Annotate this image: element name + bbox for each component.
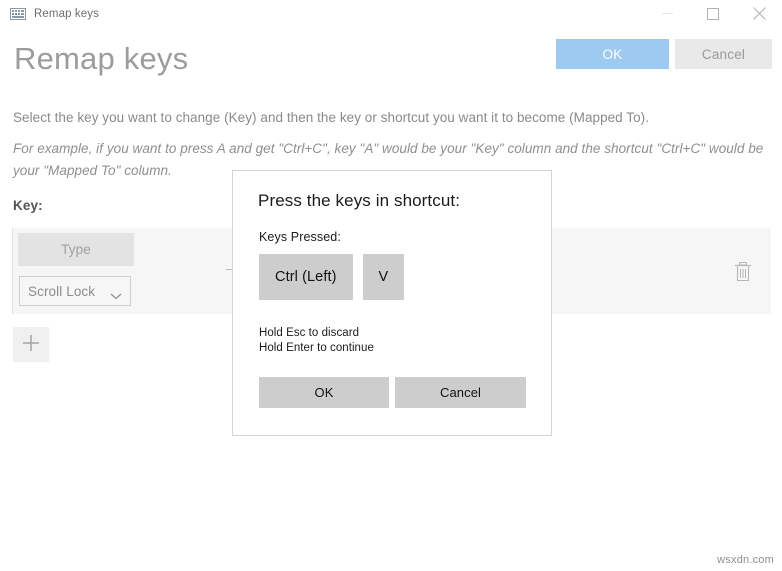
- add-row-button[interactable]: [13, 327, 49, 362]
- key-column-label: Key:: [13, 198, 43, 213]
- window-title: Remap keys: [34, 7, 99, 20]
- keys-pressed-list: Ctrl (Left) V: [259, 254, 405, 300]
- key-select-dropdown[interactable]: Scroll Lock: [19, 276, 131, 306]
- shortcut-dialog: Press the keys in shortcut: Keys Pressed…: [232, 170, 552, 436]
- dialog-hint-continue: Hold Enter to continue: [259, 342, 374, 354]
- type-button[interactable]: Type: [18, 233, 134, 266]
- trash-icon: [732, 262, 754, 287]
- titlebar: Remap keys: [0, 0, 782, 27]
- close-icon: [752, 7, 766, 20]
- titlebar-left: Remap keys: [0, 7, 99, 20]
- cancel-button[interactable]: Cancel: [675, 39, 772, 69]
- ok-button[interactable]: OK: [556, 39, 669, 69]
- maximize-button[interactable]: [690, 0, 736, 27]
- close-button[interactable]: [736, 0, 782, 27]
- window-controls: [644, 0, 782, 27]
- chevron-down-icon: [110, 287, 122, 300]
- description-line-1: Select the key you want to change (Key) …: [13, 110, 650, 125]
- key-select-value: Scroll Lock: [28, 283, 96, 299]
- app-window: Remap keys Remap keys OK Cancel Select t…: [0, 0, 782, 571]
- dialog-hint-discard: Hold Esc to discard: [259, 327, 360, 339]
- delete-row-button[interactable]: [732, 260, 754, 284]
- watermark: wsxdn.com: [717, 554, 774, 566]
- key-chip: Ctrl (Left): [259, 254, 353, 300]
- plus-icon: [21, 333, 41, 356]
- dialog-cancel-button[interactable]: Cancel: [395, 377, 526, 408]
- dialog-hints: Hold Esc to discard Hold Enter to contin…: [259, 326, 374, 356]
- dialog-subtitle: Keys Pressed:: [259, 230, 341, 244]
- minimize-icon: [661, 8, 673, 19]
- dialog-title: Press the keys in shortcut:: [258, 191, 461, 210]
- minimize-button[interactable]: [644, 0, 690, 27]
- page-title: Remap keys: [14, 41, 189, 76]
- key-chip: V: [362, 254, 405, 300]
- page-header: Remap keys OK Cancel: [0, 27, 782, 99]
- maximize-icon: [707, 7, 719, 20]
- dialog-ok-button[interactable]: OK: [259, 377, 389, 408]
- keyboard-icon: [10, 7, 26, 20]
